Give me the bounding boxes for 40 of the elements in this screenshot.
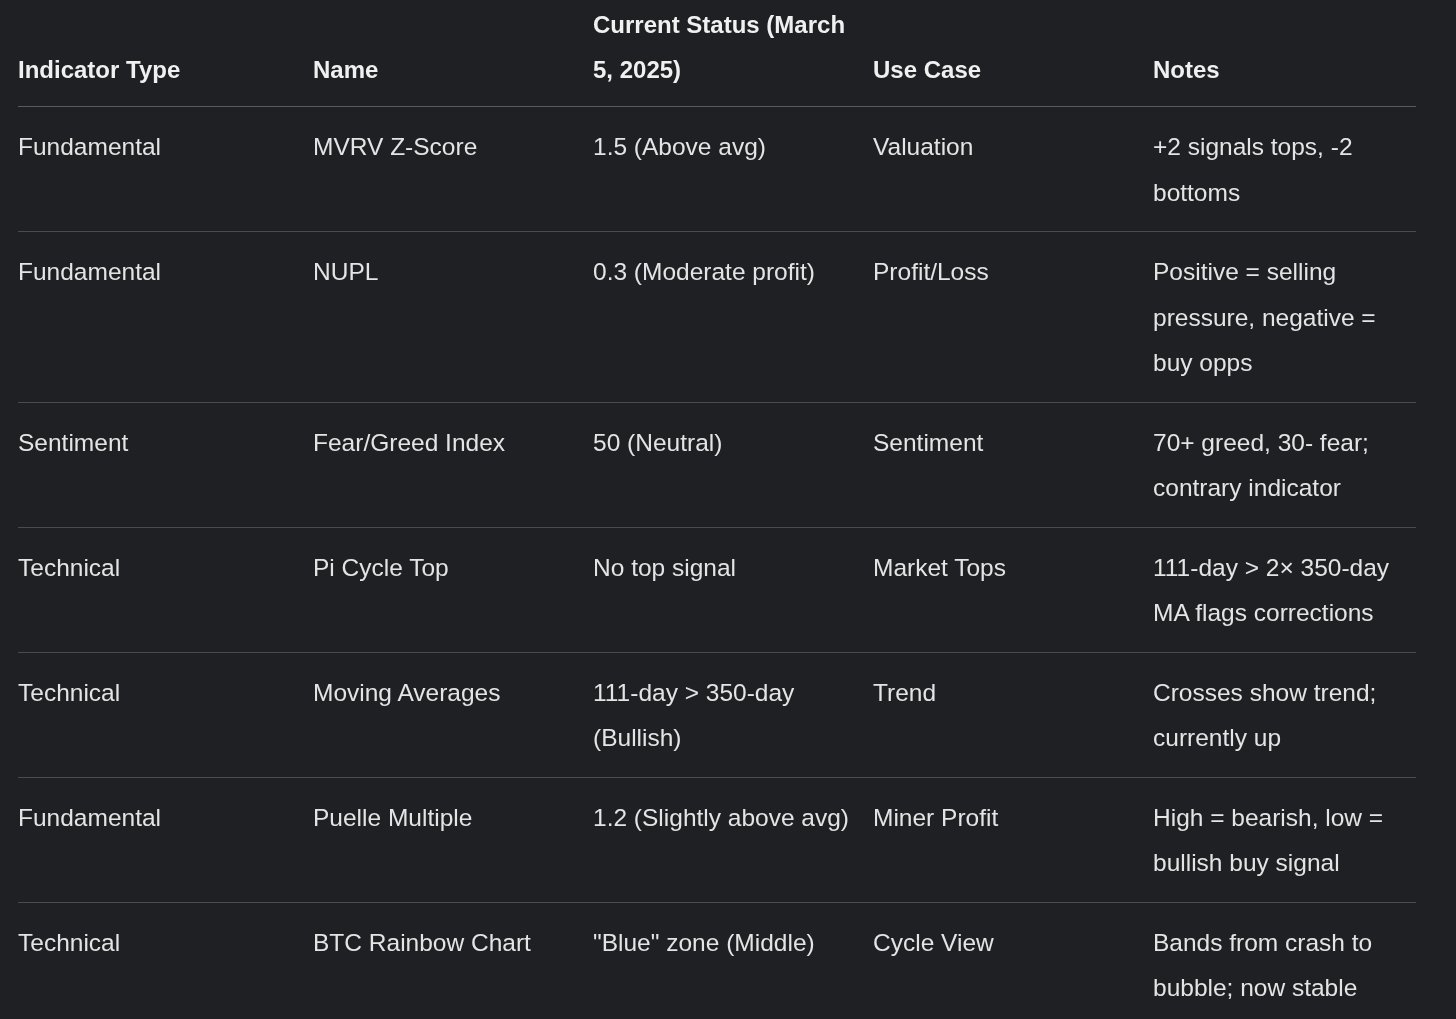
table-cell: Moving Averages [313,652,593,777]
table-cell: Fear/Greed Index [313,402,593,527]
table-cell: 1.2 (Slightly above avg) [593,777,873,902]
table-cell: Bands from crash to bubble; now stable [1153,902,1416,1019]
table-cell: 50 (Neutral) [593,402,873,527]
column-header: Current Status (March 5, 2025) [593,0,873,107]
table-cell: Trend [873,652,1153,777]
table-cell: NUPL [313,231,593,402]
table-cell: "Blue" zone (Middle) [593,902,873,1019]
column-header: Use Case [873,0,1153,107]
table-cell: BTC Rainbow Chart [313,902,593,1019]
table-cell: Technical [18,902,313,1019]
table-cell: Sentiment [873,402,1153,527]
table-cell: Pi Cycle Top [313,527,593,652]
table-cell: Market Tops [873,527,1153,652]
table-cell: 111-day > 2× 350-day MA flags corrections [1153,527,1416,652]
table-cell: Technical [18,652,313,777]
table-cell: Valuation [873,106,1153,232]
table-cell: High = bearish, low = bullish buy signal [1153,777,1416,902]
table-cell: MVRV Z-Score [313,106,593,232]
table-cell: 0.3 (Moderate profit) [593,231,873,402]
table-cell: Fundamental [18,231,313,402]
table-cell: Profit/Loss [873,231,1153,402]
table-cell: Fundamental [18,106,313,232]
column-header: Name [313,0,593,107]
table-cell: Sentiment [18,402,313,527]
table-cell: 1.5 (Above avg) [593,106,873,232]
table-cell: Positive = selling pressure, negative = buy opps [1153,231,1416,402]
table-cell: Puelle Multiple [313,777,593,902]
table-cell: No top signal [593,527,873,652]
table-cell: Technical [18,527,313,652]
table-cell: 111-day > 350-day (Bullish) [593,652,873,777]
table-cell: Cycle View [873,902,1153,1019]
column-header: Indicator Type [18,0,313,107]
column-header: Notes [1153,0,1416,107]
table-cell: +2 signals tops, -2 bottoms [1153,106,1416,232]
table-cell: 70+ greed, 30- fear; contrary indicator [1153,402,1416,527]
table-cell: Crosses show trend; currently up [1153,652,1416,777]
table-cell: Miner Profit [873,777,1153,902]
table-cell: Fundamental [18,777,313,902]
